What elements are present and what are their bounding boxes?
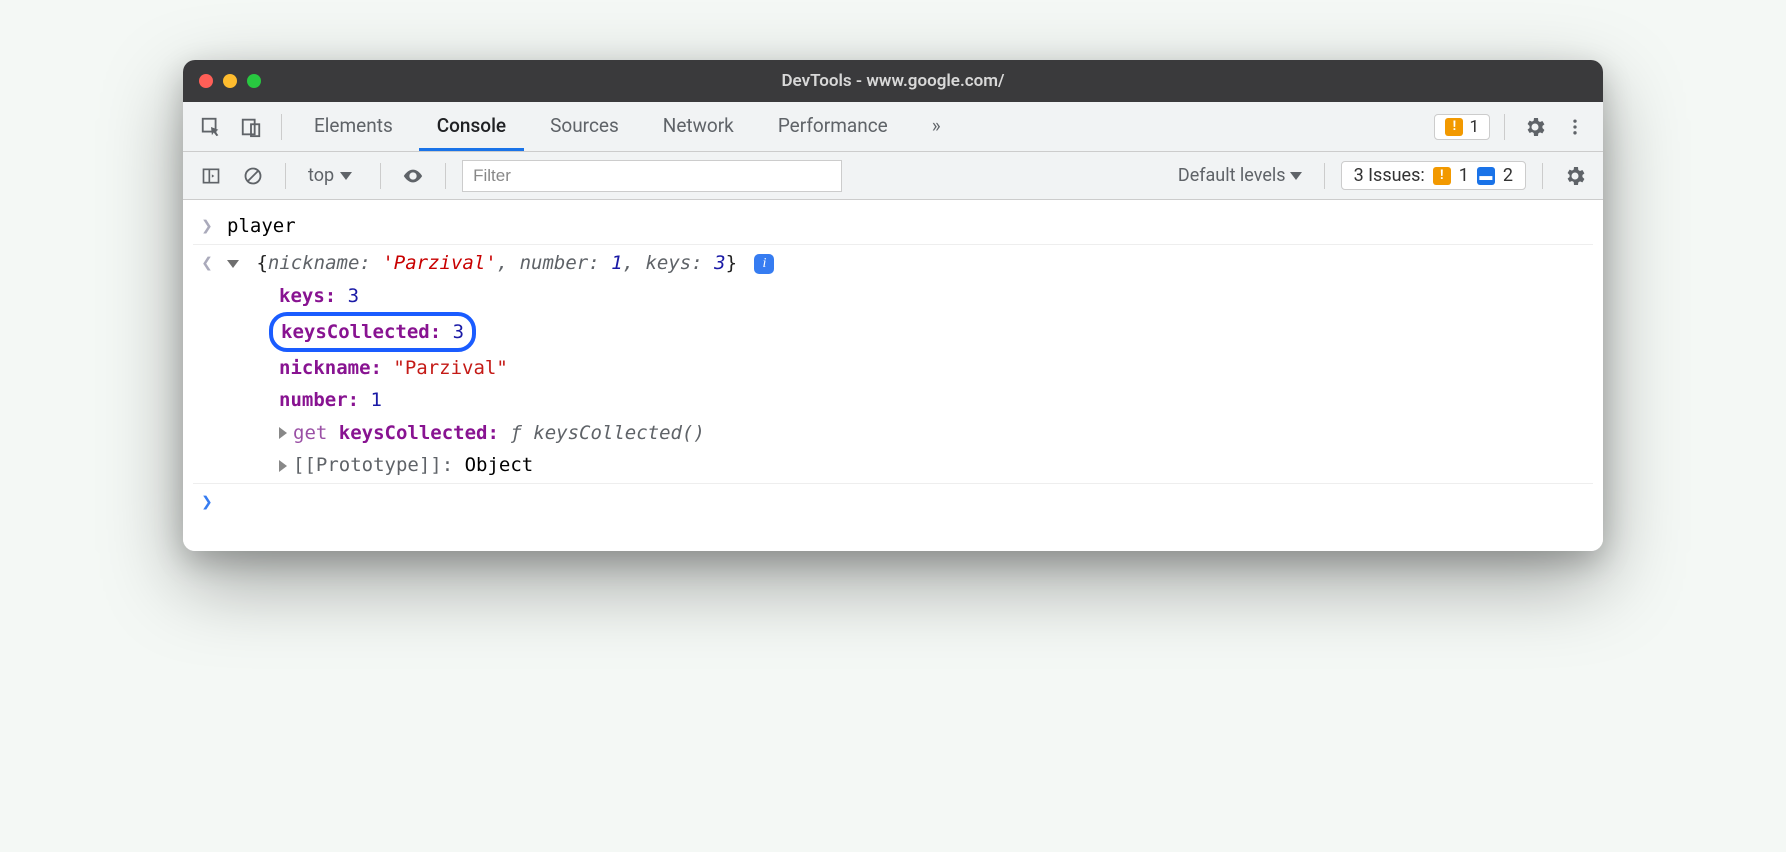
chevron-down-icon bbox=[1290, 172, 1302, 180]
prompt-chevron-icon: ❯ bbox=[197, 486, 217, 518]
console-sidebar-toggle-icon[interactable] bbox=[195, 160, 227, 192]
close-window-button[interactable] bbox=[199, 74, 213, 88]
minimize-window-button[interactable] bbox=[223, 74, 237, 88]
input-expression: player bbox=[227, 210, 1589, 242]
object-properties: keys: 3 keysCollected: 3 nickname: "Parz… bbox=[227, 280, 1589, 482]
input-chevron-icon: ❯ bbox=[197, 210, 217, 242]
kebab-menu-icon[interactable] bbox=[1559, 111, 1591, 143]
titlebar: DevTools - www.google.com/ bbox=[183, 60, 1603, 102]
warning-icon: ! bbox=[1433, 167, 1451, 185]
context-selector[interactable]: top bbox=[302, 163, 364, 188]
prop-prototype[interactable]: [[Prototype]]: Object bbox=[279, 449, 1589, 481]
log-levels-dropdown[interactable]: Default levels bbox=[1178, 165, 1308, 186]
expand-icon[interactable] bbox=[279, 460, 287, 472]
window-title: DevTools - www.google.com/ bbox=[183, 71, 1603, 91]
traffic-lights bbox=[199, 74, 261, 88]
tabs-bar: Elements Console Sources Network Perform… bbox=[183, 102, 1603, 152]
prop-getter-keyscollected[interactable]: get keysCollected: ƒ keysCollected() bbox=[279, 417, 1589, 449]
tab-elements[interactable]: Elements bbox=[296, 102, 411, 151]
context-label: top bbox=[308, 165, 334, 186]
console-prompt[interactable]: ❯ bbox=[193, 483, 1593, 520]
devtools-window: DevTools - www.google.com/ Elements Cons… bbox=[183, 60, 1603, 551]
warning-icon: ! bbox=[1445, 118, 1463, 136]
expand-icon[interactable] bbox=[279, 427, 287, 439]
prop-keyscollected[interactable]: keysCollected: 3 bbox=[279, 312, 1589, 352]
warnings-badge[interactable]: ! 1 bbox=[1434, 114, 1490, 140]
expand-toggle-icon[interactable] bbox=[227, 260, 239, 268]
console-input-echo: ❯ player bbox=[193, 208, 1593, 244]
separator bbox=[380, 163, 381, 189]
prop-number[interactable]: number: 1 bbox=[279, 384, 1589, 416]
console-body: ❯ player ❮ {nickname: 'Parzival', number… bbox=[183, 200, 1603, 551]
separator bbox=[1504, 114, 1505, 140]
output-chevron-icon: ❮ bbox=[197, 247, 217, 279]
console-settings-icon[interactable] bbox=[1559, 160, 1591, 192]
tab-performance[interactable]: Performance bbox=[760, 102, 906, 151]
settings-icon[interactable] bbox=[1519, 111, 1551, 143]
console-output-row[interactable]: ❮ {nickname: 'Parzival', number: 1, keys… bbox=[193, 244, 1593, 483]
console-toolbar: top Default levels 3 Issues: ! 1 ▬ 2 bbox=[183, 152, 1603, 200]
maximize-window-button[interactable] bbox=[247, 74, 261, 88]
info-icon: ▬ bbox=[1477, 167, 1495, 185]
clear-console-icon[interactable] bbox=[237, 160, 269, 192]
live-expression-icon[interactable] bbox=[397, 160, 429, 192]
issues-summary[interactable]: 3 Issues: ! 1 ▬ 2 bbox=[1341, 161, 1526, 190]
separator bbox=[1324, 163, 1325, 189]
object-info-icon[interactable]: i bbox=[754, 254, 774, 274]
issues-info-count: 2 bbox=[1503, 165, 1513, 186]
tab-network[interactable]: Network bbox=[645, 102, 752, 151]
prop-keys[interactable]: keys: 3 bbox=[279, 280, 1589, 312]
inspect-icon[interactable] bbox=[195, 111, 227, 143]
object-summary: {nickname: 'Parzival', number: 1, keys: … bbox=[256, 252, 748, 274]
filter-input[interactable] bbox=[462, 160, 842, 192]
separator bbox=[285, 163, 286, 189]
tabs-overflow[interactable]: » bbox=[914, 102, 959, 151]
issues-warning-count: 1 bbox=[1459, 165, 1469, 186]
separator bbox=[1542, 163, 1543, 189]
separator bbox=[281, 114, 282, 140]
tab-sources[interactable]: Sources bbox=[532, 102, 637, 151]
levels-label: Default levels bbox=[1178, 165, 1286, 186]
prop-nickname[interactable]: nickname: "Parzival" bbox=[279, 352, 1589, 384]
separator bbox=[445, 163, 446, 189]
chevron-down-icon bbox=[340, 172, 352, 180]
device-toggle-icon[interactable] bbox=[235, 111, 267, 143]
tab-console[interactable]: Console bbox=[419, 102, 524, 151]
issues-label: 3 Issues: bbox=[1354, 165, 1425, 186]
warning-count: 1 bbox=[1469, 117, 1479, 137]
